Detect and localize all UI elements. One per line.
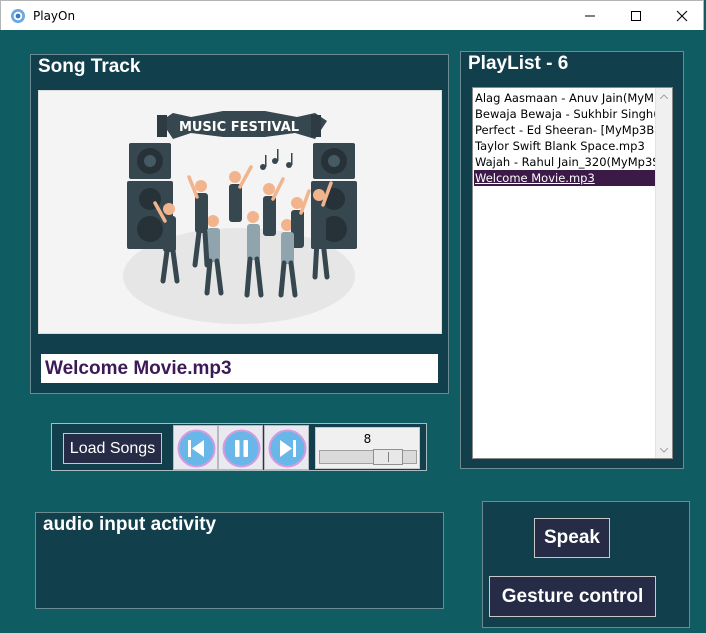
next-button[interactable] (264, 425, 309, 470)
playlist-title: PlayList - 6 (466, 53, 571, 75)
previous-button[interactable] (173, 425, 218, 470)
playlist-item[interactable]: Perfect - Ed Sheeran- [MyMp3Bho (474, 122, 656, 138)
playlist-item[interactable]: Bewaja Bewaja - Sukhbir Singh(My (474, 106, 656, 122)
pause-button[interactable] (218, 425, 263, 470)
title-bar: PlayOn (0, 0, 704, 30)
window-title: PlayOn (33, 9, 76, 23)
scroll-up-arrow-icon[interactable] (656, 88, 672, 104)
audio-activity-title: audio input activity (41, 514, 219, 536)
current-song-label: Welcome Movie.mp3 (41, 354, 438, 383)
volume-slider[interactable]: 8 (315, 427, 420, 469)
banner-text: MUSIC FESTIVAL (179, 120, 299, 135)
minimize-icon (585, 15, 595, 17)
playlist-item[interactable]: Welcome Movie.mp3 (474, 170, 656, 186)
app-logo-icon (10, 8, 26, 24)
music-festival-illustration: MUSIC FESTIVAL (123, 111, 357, 324)
minimize-button[interactable] (567, 1, 613, 31)
volume-handle[interactable] (373, 449, 404, 465)
maximize-button[interactable] (613, 1, 659, 31)
gesture-control-button[interactable]: Gesture control (489, 576, 656, 617)
previous-icon (177, 429, 216, 468)
song-track-title: Song Track (36, 56, 143, 78)
playlist-item[interactable]: Wajah - Rahul Jain_320(MyMp3Sor (474, 154, 656, 170)
close-icon (676, 10, 688, 22)
album-art-image: MUSIC FESTIVAL (38, 90, 442, 334)
volume-value: 8 (363, 432, 372, 446)
speak-button[interactable]: Speak (534, 518, 610, 558)
playlist-item[interactable]: Alag Aasmaan - Anuv Jain(MyMp3 (474, 90, 656, 106)
load-songs-button[interactable]: Load Songs (63, 433, 162, 464)
playlist-items: Alag Aasmaan - Anuv Jain(MyMp3 Bewaja Bew… (474, 90, 656, 186)
next-icon (268, 429, 307, 468)
maximize-icon (631, 11, 641, 21)
playlist-item[interactable]: Taylor Swift Blank Space.mp3 (474, 138, 656, 154)
playlist-listbox[interactable]: Alag Aasmaan - Anuv Jain(MyMp3 Bewaja Bew… (472, 87, 673, 459)
pause-icon (222, 429, 261, 468)
playlist-scrollbar[interactable] (655, 88, 672, 458)
close-button[interactable] (659, 1, 705, 31)
scroll-down-arrow-icon[interactable] (656, 442, 672, 458)
